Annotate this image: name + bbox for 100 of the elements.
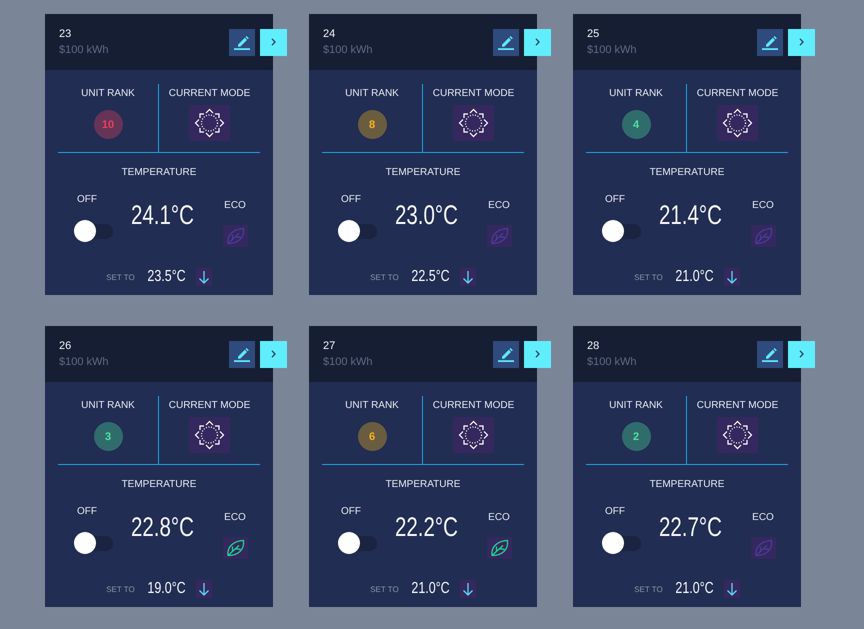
- temperature-reading: 22.2°C: [395, 514, 458, 541]
- next-button[interactable]: [524, 28, 551, 56]
- edit-button[interactable]: [757, 28, 783, 56]
- power-toggle[interactable]: [602, 220, 641, 242]
- current-mode-label: CURRENT MODE: [696, 400, 778, 412]
- unit-rank-label: UNIT RANK: [609, 88, 663, 100]
- pencil-icon: [498, 34, 514, 50]
- edit-button[interactable]: [229, 340, 255, 368]
- temperature-label: TEMPERATURE: [122, 479, 196, 491]
- setpoint-value: 21.0°C: [675, 580, 714, 598]
- eco-label: ECO: [224, 200, 246, 212]
- temperature-label: TEMPERATURE: [650, 167, 724, 179]
- set-to-label: SET TO: [106, 272, 135, 282]
- power-label: OFF: [605, 506, 625, 518]
- chevron-right-icon: [535, 350, 540, 358]
- next-button[interactable]: [524, 340, 551, 368]
- next-button[interactable]: [260, 28, 287, 56]
- eco-label: ECO: [752, 512, 774, 524]
- rank-number: 8: [368, 118, 376, 130]
- eco-label: ECO: [752, 200, 774, 212]
- temperature-label: TEMPERATURE: [122, 167, 196, 179]
- unit-number: 25: [587, 27, 600, 41]
- power-toggle[interactable]: [74, 220, 113, 242]
- rank-number: 2: [632, 430, 640, 442]
- unit-rank-label: UNIT RANK: [345, 88, 399, 100]
- setpoint-value: 23.5°C: [147, 268, 186, 286]
- current-mode-label: CURRENT MODE: [432, 400, 514, 412]
- setpoint-value: 21.0°C: [675, 268, 714, 286]
- temperature-label: TEMPERATURE: [650, 479, 724, 491]
- setpoint-value: 21.0°C: [411, 580, 450, 598]
- temperature-label: TEMPERATURE: [386, 479, 460, 491]
- sun-icon: [717, 105, 758, 141]
- pencil-icon: [234, 34, 250, 50]
- eco-label: ECO: [488, 200, 510, 212]
- pencil-icon: [498, 346, 514, 362]
- temperature-reading: 24.1°C: [131, 202, 194, 229]
- unit-price: $100 kWh: [59, 355, 109, 369]
- current-mode-label: CURRENT MODE: [696, 88, 778, 100]
- next-button[interactable]: [260, 340, 287, 368]
- unit-rank-label: UNIT RANK: [345, 400, 399, 412]
- edit-button[interactable]: [229, 28, 255, 56]
- set-to-label: SET TO: [634, 584, 663, 594]
- unit-price: $100 kWh: [323, 43, 373, 57]
- power-toggle[interactable]: [74, 532, 113, 554]
- temperature-label: TEMPERATURE: [386, 167, 460, 179]
- power-toggle[interactable]: [602, 532, 641, 554]
- setpoint-value: 19.0°C: [147, 580, 186, 598]
- power-label: OFF: [341, 194, 361, 206]
- next-button[interactable]: [788, 340, 815, 368]
- power-label: OFF: [605, 194, 625, 206]
- eco-label: ECO: [488, 512, 510, 524]
- unit-rank-label: UNIT RANK: [81, 400, 135, 412]
- edit-button[interactable]: [757, 340, 783, 368]
- unit-number: 27: [323, 339, 336, 353]
- setpoint-value: 22.5°C: [411, 268, 450, 286]
- unit-price: $100 kWh: [323, 355, 373, 369]
- sun-icon: [189, 417, 230, 453]
- chevron-right-icon: [271, 38, 276, 46]
- current-mode-label: CURRENT MODE: [168, 400, 250, 412]
- set-to-label: SET TO: [370, 584, 399, 594]
- set-to-label: SET TO: [370, 272, 399, 282]
- sun-icon: [717, 417, 758, 453]
- unit-rank-label: UNIT RANK: [81, 88, 135, 100]
- set-to-label: SET TO: [634, 272, 663, 282]
- rank-number: 3: [104, 430, 112, 442]
- temperature-reading: 23.0°C: [395, 202, 458, 229]
- pencil-icon: [234, 346, 250, 362]
- unit-number: 26: [59, 339, 72, 353]
- eco-label: ECO: [224, 512, 246, 524]
- unit-rank-label: UNIT RANK: [609, 400, 663, 412]
- chevron-right-icon: [799, 38, 804, 46]
- unit-number: 23: [59, 27, 72, 41]
- unit-number: 24: [323, 27, 336, 41]
- edit-button[interactable]: [493, 28, 519, 56]
- power-toggle[interactable]: [338, 220, 377, 242]
- power-toggle[interactable]: [338, 532, 377, 554]
- rank-number: 4: [632, 118, 640, 130]
- sun-icon: [453, 417, 494, 453]
- temperature-reading: 22.7°C: [659, 514, 722, 541]
- chevron-right-icon: [271, 350, 276, 358]
- power-label: OFF: [77, 506, 97, 518]
- rank-number: 10: [102, 118, 114, 130]
- temperature-reading: 22.8°C: [131, 514, 194, 541]
- temperature-reading: 21.4°C: [659, 202, 722, 229]
- current-mode-label: CURRENT MODE: [168, 88, 250, 100]
- leaf-icon[interactable]: [222, 537, 248, 559]
- pencil-icon: [762, 34, 778, 50]
- chevron-right-icon: [535, 38, 540, 46]
- edit-button[interactable]: [493, 340, 519, 368]
- unit-price: $100 kWh: [587, 355, 637, 369]
- leaf-icon[interactable]: [486, 537, 512, 559]
- unit-number: 28: [587, 339, 600, 353]
- next-button[interactable]: [788, 28, 815, 56]
- set-to-label: SET TO: [106, 584, 135, 594]
- unit-price: $100 kWh: [587, 43, 637, 57]
- power-label: OFF: [77, 194, 97, 206]
- rank-number: 6: [368, 430, 376, 442]
- sun-icon: [453, 105, 494, 141]
- pencil-icon: [762, 346, 778, 362]
- power-label: OFF: [341, 506, 361, 518]
